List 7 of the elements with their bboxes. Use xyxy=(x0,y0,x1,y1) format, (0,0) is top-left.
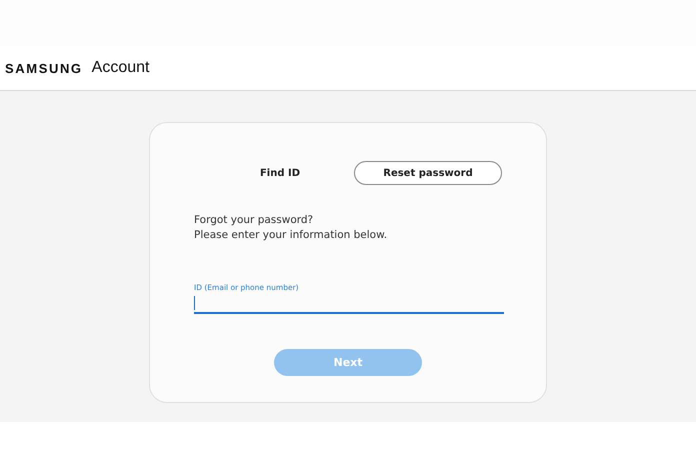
brand-logo: SAMSUNG xyxy=(5,60,83,76)
product-title: Account xyxy=(92,59,150,77)
instruction-text: Forgot your password? xyxy=(194,213,314,228)
text-cursor xyxy=(194,296,195,310)
tab[interactable]: Reset password xyxy=(354,161,502,185)
tab[interactable]: Find ID xyxy=(206,161,354,185)
instruction-text: Please enter your information below. xyxy=(194,228,388,243)
